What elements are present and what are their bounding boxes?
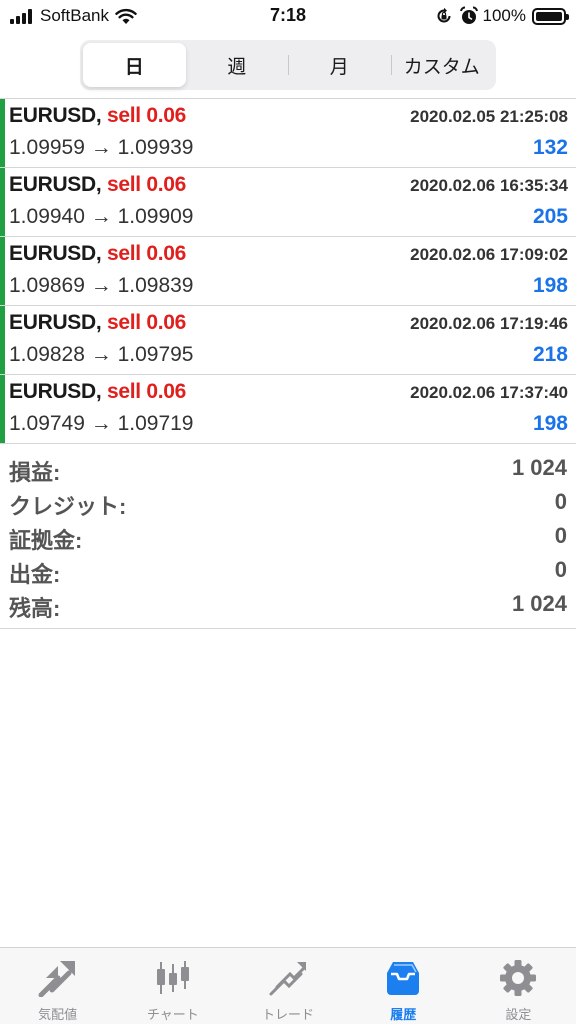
trade-side-volume: sell 0.06 (106, 173, 187, 196)
status-bar: SoftBank 7:18 100% (0, 0, 576, 32)
trade-symbol-line: EURUSD, sell 0.06 (9, 173, 186, 197)
trade-symbol: EURUSD, (9, 380, 102, 403)
trade-symbol: EURUSD, (9, 311, 102, 334)
summary-row-credit: クレジット: 0 (0, 485, 576, 519)
trade-side-volume: sell 0.06 (106, 104, 187, 127)
battery-percent: 100% (482, 6, 526, 25)
trade-prices: 1.09869 → 1.09839 (9, 274, 194, 297)
summary-value: 1 024 (511, 591, 567, 616)
settings-icon (496, 958, 540, 998)
summary-row-profit: 損益: 1 024 (0, 451, 576, 485)
battery-icon (532, 7, 569, 25)
history-icon (381, 958, 425, 998)
summary-label: 出金: (9, 562, 61, 587)
tab-settings[interactable]: 設定 (461, 948, 576, 1024)
trade-profit: 218 (532, 343, 568, 366)
period-tab-month[interactable]: 月 (288, 43, 391, 87)
tab-label: 気配値 (38, 1007, 78, 1022)
trade-side-bar (0, 375, 5, 443)
trade-prices: 1.09828 → 1.09795 (9, 343, 194, 366)
tab-quotes[interactable]: 気配値 (0, 948, 115, 1024)
chart-icon (151, 958, 195, 998)
trade-symbol-line: EURUSD, sell 0.06 (9, 311, 186, 335)
quotes-icon (36, 958, 80, 998)
trade-side-bar (0, 99, 5, 167)
trade-prices: 1.09940 → 1.09909 (9, 205, 194, 228)
summary-value: 0 (554, 489, 567, 514)
period-segmented-control: 日 週 月 カスタム (80, 40, 496, 90)
trade-side-bar (0, 306, 5, 374)
trade-profit: 205 (532, 205, 568, 228)
trade-close-time: 2020.02.06 16:35:34 (410, 176, 568, 195)
summary-label: 損益: (9, 460, 61, 485)
trade-symbol-line: EURUSD, sell 0.06 (9, 380, 186, 404)
period-tab-custom[interactable]: カスタム (390, 43, 494, 87)
orientation-lock-icon (437, 7, 451, 23)
trade-row[interactable]: EURUSD, sell 0.06 2020.02.06 17:37:40 1.… (0, 375, 576, 444)
status-right: 100% (435, 4, 569, 28)
trade-symbol: EURUSD, (9, 104, 102, 127)
trade-prices: 1.09959 → 1.09939 (9, 136, 194, 159)
trade-close-time: 2020.02.06 17:19:46 (410, 314, 568, 333)
summary-row-balance: 残高: 1 024 (0, 587, 576, 621)
trade-symbol-line: EURUSD, sell 0.06 (9, 242, 186, 266)
tab-history[interactable]: 履歴 (346, 948, 461, 1024)
trade-close-time: 2020.02.06 17:37:40 (410, 383, 568, 402)
trade-symbol-line: EURUSD, sell 0.06 (9, 104, 186, 128)
period-tab-week[interactable]: 週 (186, 43, 289, 87)
trade-row[interactable]: EURUSD, sell 0.06 2020.02.06 16:35:34 1.… (0, 168, 576, 237)
summary-value: 0 (554, 557, 567, 582)
trade-prices: 1.09749 → 1.09719 (9, 412, 194, 435)
trade-symbol: EURUSD, (9, 173, 102, 196)
summary-row-withdrawal: 出金: 0 (0, 553, 576, 587)
summary-label: クレジット: (9, 494, 127, 519)
tab-label: 設定 (505, 1007, 532, 1022)
trade-close-time: 2020.02.05 21:25:08 (410, 107, 568, 126)
summary-value: 0 (554, 523, 567, 548)
trade-profit: 198 (532, 412, 568, 435)
summary-row-deposit: 証拠金: 0 (0, 519, 576, 553)
trade-history-list: EURUSD, sell 0.06 2020.02.05 21:25:08 1.… (0, 98, 576, 444)
summary-label: 残高: (9, 596, 61, 621)
summary-value: 1 024 (511, 455, 567, 480)
tab-label: チャート (146, 1007, 199, 1022)
account-summary: 損益: 1 024 クレジット: 0 証拠金: 0 出金: 0 残高: 1 02… (0, 449, 576, 629)
trade-profit: 198 (532, 274, 568, 297)
tab-chart[interactable]: チャート (115, 948, 230, 1024)
tab-label: 履歴 (390, 1007, 417, 1022)
trade-symbol: EURUSD, (9, 242, 102, 265)
period-tab-day[interactable]: 日 (83, 43, 186, 87)
alarm-icon (459, 6, 478, 24)
trade-close-time: 2020.02.06 17:09:02 (410, 245, 568, 264)
trade-side-volume: sell 0.06 (106, 380, 187, 403)
trade-side-volume: sell 0.06 (106, 311, 187, 334)
tab-trade[interactable]: トレード (230, 948, 345, 1024)
trade-side-bar (0, 168, 5, 236)
trade-row[interactable]: EURUSD, sell 0.06 2020.02.05 21:25:08 1.… (0, 99, 576, 168)
trade-row[interactable]: EURUSD, sell 0.06 2020.02.06 17:19:46 1.… (0, 306, 576, 375)
bottom-tab-bar: 気配値 チャート トレード 履歴 設定 (0, 947, 576, 1024)
summary-label: 証拠金: (9, 528, 83, 553)
tab-label: トレード (262, 1007, 315, 1022)
trade-side-bar (0, 237, 5, 305)
trade-profit: 132 (532, 136, 568, 159)
trade-row[interactable]: EURUSD, sell 0.06 2020.02.06 17:09:02 1.… (0, 237, 576, 306)
trade-side-volume: sell 0.06 (106, 242, 187, 265)
trade-icon (266, 958, 310, 998)
